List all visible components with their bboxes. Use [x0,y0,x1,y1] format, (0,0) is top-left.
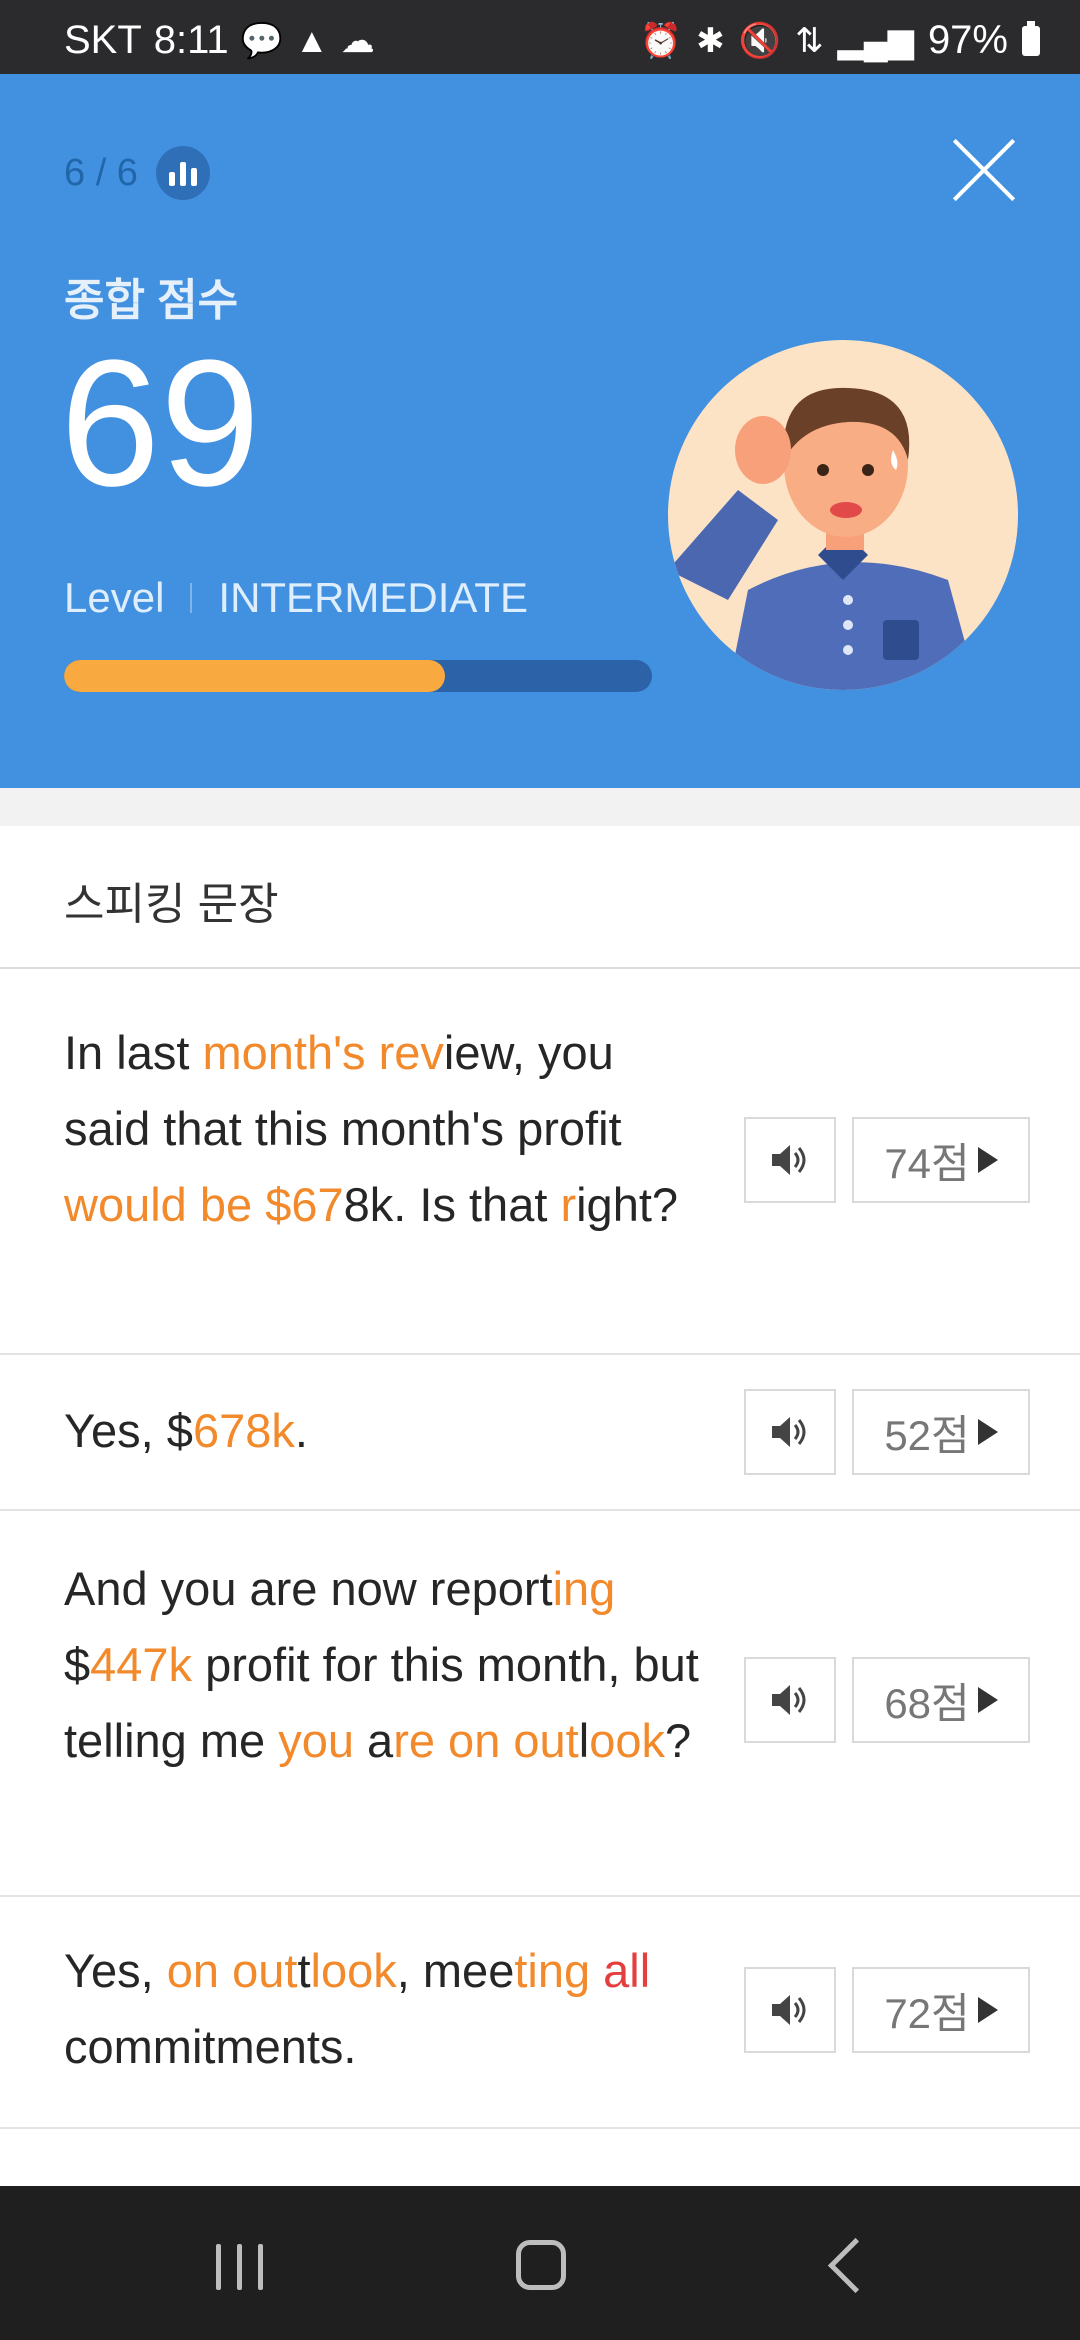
sentence-score-button[interactable]: 74점 [852,1117,1030,1203]
total-score-value: 69 [60,323,261,524]
speaker-icon [772,1995,806,2025]
sentence-score: 68점 [884,1679,970,1727]
highlighted-segment: ting [514,1944,604,1997]
text-segment: t [297,1944,311,1997]
score-header: 6 / 6 종합 점수 69 Level INTERMEDIATE [0,74,1080,788]
text-segment: a [354,1714,394,1767]
bluetooth-icon: ✱ [696,21,725,60]
play-arrow-icon [977,1687,998,1713]
play-arrow-icon [977,1419,998,1445]
section-gap [0,788,1080,826]
text-segment: Yes, [64,1944,167,1997]
play-audio-button[interactable] [744,1389,836,1475]
text-segment: $ [64,1638,91,1691]
highlighted-segment: out [513,1714,579,1767]
highlighted-segment: ook [589,1714,665,1767]
highlighted-segment: re on [393,1714,501,1767]
sentence-score-button[interactable]: 68점 [852,1657,1030,1743]
text-segment: , mee [396,1944,515,1997]
level-progress-bar [64,660,652,692]
text-segment [500,1714,513,1767]
play-audio-button[interactable] [744,1967,836,2053]
kakaotalk-icon: 💬 [240,21,284,60]
section-title: 스피킹 문장 [64,880,279,929]
home-icon[interactable] [516,2240,566,2290]
speaker-icon [772,1145,806,1175]
sentence-text: In last month's review, you said that th… [64,1015,704,1243]
level-label: Level [64,574,165,621]
back-icon[interactable] [827,2237,884,2294]
speaker-icon [772,1685,806,1715]
highlighted-segment: month's rev [202,1026,444,1079]
text-segment: ight? [576,1178,679,1231]
mute-icon: 🔇 [738,21,782,60]
level-progress-fill [64,660,446,692]
battery-percent: 97% [927,18,1008,62]
sentence-score: 72점 [884,1989,970,2037]
alarm-icon: ⏰ [639,21,683,60]
sentence-text: And you are now reporting $447k profit f… [64,1551,704,1779]
system-navigation-bar [0,2186,1080,2340]
signal-icon: ▂▄▆ [837,21,914,60]
highlighted-segment: 678k [192,1404,295,1457]
sentence-row: In last month's review, you said that th… [0,969,1080,1355]
level-value: INTERMEDIATE [218,574,528,621]
bar-chart-icon[interactable] [155,146,210,200]
text-segment: In last [64,1026,203,1079]
sentence-text: Yes, $678k. [64,1393,704,1469]
play-audio-button[interactable] [744,1117,836,1203]
5g-icon: ⇅ [795,21,824,60]
navigation-icon: ▲ [295,21,329,60]
text-segment: 8k. Is that [343,1178,561,1231]
close-icon[interactable] [948,134,1020,206]
highlighted-segment: ing [552,1562,616,1615]
highlighted-segment: r [560,1178,577,1231]
sentence-row: And you are now reporting $447k profit f… [0,1511,1080,1897]
sentence-score: 52점 [884,1411,970,1459]
total-score-label: 종합 점수 [64,276,239,325]
level-info: Level INTERMEDIATE [64,574,528,622]
highlighted-segment: look [310,1944,397,1997]
sentence-text: Yes, on outtlook, meeting all commitment… [64,1933,704,2085]
sentence-score-button[interactable]: 72점 [852,1967,1030,2053]
clock: 8:11 [153,18,229,62]
level-divider [190,583,193,613]
highlighted-segment: all [603,1944,651,1997]
play-arrow-icon [977,1997,998,2023]
highlighted-segment: 447k [90,1638,193,1691]
sentence-score: 74점 [884,1139,970,1187]
text-segment: And you are now report [64,1562,553,1615]
recent-apps-icon[interactable] [216,2244,263,2290]
carrier-label: SKT [64,18,142,62]
avatar-illustration [668,340,1018,690]
question-progress: 6 / 6 [64,146,210,200]
sentence-score-button[interactable]: 52점 [852,1389,1030,1475]
sentence-row: Yes, on outtlook, meeting all commitment… [0,1897,1080,2129]
status-bar: SKT 8:11 💬 ▲ ☁ ⏰ ✱ 🔇 ⇅ ▂▄▆ 97% [0,0,1080,74]
sentence-row: Yes, $678k. 52점 [0,1355,1080,1511]
speaker-icon [772,1417,806,1447]
play-arrow-icon [977,1147,998,1173]
play-audio-button[interactable] [744,1657,836,1743]
highlighted-segment: would be $67 [64,1178,344,1231]
cloud-icon: ☁ [340,21,375,60]
text-segment: Yes, $ [64,1404,193,1457]
text-segment: ? [664,1714,692,1767]
highlighted-segment: on out [166,1944,298,1997]
text-segment: . [294,1404,308,1457]
progress-count: 6 / 6 [64,151,138,194]
battery-icon [1022,20,1040,56]
highlighted-segment: you [278,1714,354,1767]
text-segment: l [578,1714,590,1767]
text-segment: commitments. [64,2020,357,2073]
